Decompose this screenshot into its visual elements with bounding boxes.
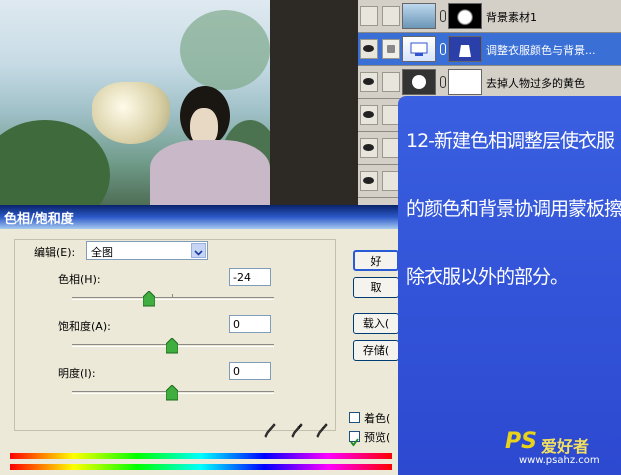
tutorial-note: 12-新建色相调整层使衣服 的颜色和背景协调用蒙板擦 除衣服以外的部分。 — [398, 96, 621, 475]
lightness-label: 明度(I): — [58, 367, 96, 380]
eye-icon — [363, 177, 374, 184]
visibility-toggle[interactable] — [360, 105, 378, 125]
preview-label: 预览( — [364, 431, 391, 444]
eyedropper-icon[interactable] — [264, 423, 276, 439]
colorize-checkbox[interactable] — [349, 412, 360, 423]
tree-foliage — [0, 120, 110, 205]
eyedropper-plus-icon[interactable]: + — [291, 423, 303, 439]
lightness-slider-thumb[interactable] — [166, 385, 178, 401]
load-button[interactable]: 载入( — [353, 313, 399, 334]
layer-row[interactable]: 调整衣服颜色与背景... — [358, 33, 621, 66]
note-line: 除衣服以外的部分。 — [406, 266, 569, 288]
hue-label: 色相(H): — [58, 273, 101, 286]
save-button[interactable]: 存储( — [353, 340, 399, 361]
chevron-down-icon[interactable] — [191, 243, 206, 258]
layer-name: 去掉人物过多的黄色 — [486, 77, 585, 90]
ok-button[interactable]: 好 — [353, 250, 399, 271]
photo-canvas — [0, 0, 358, 205]
adjustment-layer-icon — [402, 69, 436, 95]
brush-icon — [387, 45, 395, 53]
saturation-input[interactable]: 0 — [229, 315, 271, 333]
layer-link-cell[interactable] — [382, 39, 400, 59]
hue-slider-track[interactable] — [72, 297, 274, 300]
hue-spectrum-bar-adjusted — [10, 464, 392, 470]
note-line: 12-新建色相调整层使衣服 — [406, 130, 615, 152]
edit-label: 编辑(E): — [34, 246, 76, 259]
adjustment-layer-icon — [402, 36, 436, 62]
cancel-button[interactable]: 取 — [353, 277, 399, 298]
hue-slider-thumb[interactable] — [143, 291, 155, 307]
watermark-logo: PS 爱好者 www.psahz.com — [505, 429, 613, 469]
lightness-input[interactable]: 0 — [229, 362, 271, 380]
woman-body — [150, 140, 270, 205]
saturation-label: 饱和度(A): — [58, 320, 111, 333]
edit-select-value: 全图 — [91, 246, 113, 259]
layer-mask-thumbnail — [448, 69, 482, 95]
layer-link-cell[interactable] — [382, 72, 400, 92]
eye-icon — [363, 144, 374, 151]
mask-link-icon — [440, 76, 446, 88]
layer-link-cell[interactable] — [382, 6, 400, 26]
visibility-toggle[interactable] — [360, 39, 378, 59]
layer-name: 背景素材1 — [486, 11, 537, 24]
watermark-cn: 爱好者 — [541, 437, 590, 456]
saturation-slider-thumb[interactable] — [166, 338, 178, 354]
hue-input[interactable]: -24 — [229, 268, 271, 286]
dialog-titlebar[interactable]: 色相/饱和度 — [0, 205, 400, 229]
preview-checkbox[interactable] — [349, 431, 360, 447]
circle-adjust-icon — [412, 75, 426, 89]
wooden-pillar — [270, 0, 358, 205]
watermark-url: www.psahz.com — [519, 455, 600, 466]
svg-text:-: - — [322, 424, 324, 431]
mask-shape — [459, 45, 471, 57]
visibility-toggle[interactable] — [360, 72, 378, 92]
eyedropper-minus-icon[interactable]: - — [316, 423, 328, 439]
layer-name: 调整衣服颜色与背景... — [486, 44, 596, 57]
eye-icon — [363, 45, 374, 52]
layer-row[interactable]: 去掉人物过多的黄色 — [358, 66, 621, 99]
visibility-toggle[interactable] — [360, 6, 378, 26]
hue-saturation-icon — [410, 42, 428, 56]
dialog-title: 色相/饱和度 — [4, 212, 74, 227]
mask-link-icon — [440, 43, 446, 55]
layer-mask-thumbnail — [448, 3, 482, 29]
hue-saturation-dialog: 色相/饱和度 编辑(E): 全图 色相(H): -24 饱和度(A): 0 明度… — [0, 205, 400, 475]
hue-center-tick — [172, 294, 173, 298]
tree-foliage — [180, 10, 270, 90]
colorize-label: 着色( — [364, 412, 391, 425]
note-line: 的颜色和背景协调用蒙板擦 — [406, 198, 621, 220]
svg-text:+: + — [297, 424, 302, 431]
watermark-ps: PS — [505, 429, 537, 454]
edit-select[interactable]: 全图 — [86, 241, 208, 260]
checkmark-icon — [350, 438, 359, 447]
visibility-toggle[interactable] — [360, 171, 378, 191]
hue-spectrum-bar — [10, 453, 392, 459]
crystal-bowl — [92, 82, 170, 144]
layer-row[interactable]: 背景素材1 — [358, 0, 621, 33]
eye-icon — [363, 78, 374, 85]
layer-thumbnail — [402, 3, 436, 29]
eye-icon — [363, 111, 374, 118]
visibility-toggle[interactable] — [360, 138, 378, 158]
layer-mask-thumbnail — [448, 36, 482, 62]
settings-group — [14, 239, 336, 431]
mask-link-icon — [440, 10, 446, 22]
